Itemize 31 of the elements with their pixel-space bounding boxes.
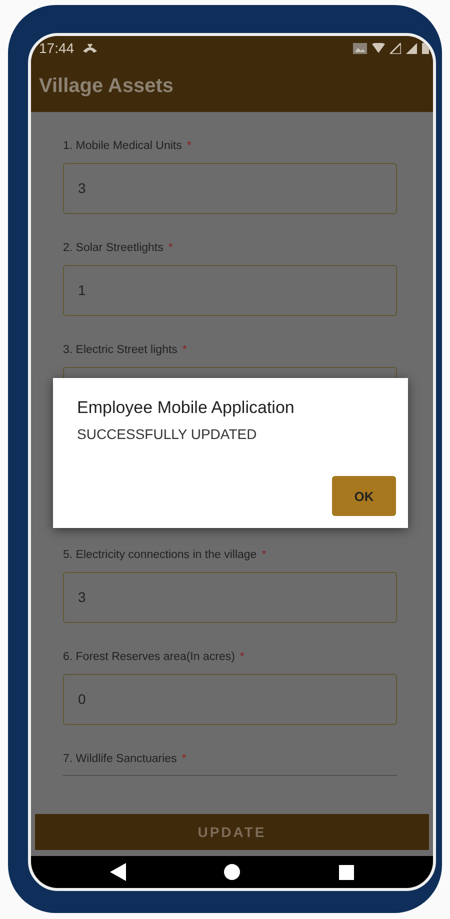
input-field[interactable]: 3 xyxy=(63,572,397,623)
app-title: Village Assets xyxy=(38,74,174,98)
recents-icon[interactable] xyxy=(338,864,354,880)
signal-icon xyxy=(390,42,401,54)
input-field[interactable]: 1 xyxy=(63,265,397,316)
required-mark: * xyxy=(240,650,244,665)
field-label: 7. Wildlife Sanctuaries xyxy=(63,752,177,767)
dialog-title: Employee Mobile Application xyxy=(77,398,296,418)
battery-icon xyxy=(422,42,429,54)
required-mark: * xyxy=(186,139,192,154)
image-icon xyxy=(353,42,367,54)
field-label: 2. Solar Streetlights xyxy=(63,241,164,256)
update-button[interactable]: UPDATE xyxy=(35,814,429,850)
wifi-icon xyxy=(372,43,385,53)
status-time: 17:44 xyxy=(39,40,74,56)
field-label: 5. Electricity connections in the village xyxy=(63,548,257,563)
input-field[interactable]: 3 xyxy=(63,163,397,214)
required-mark: * xyxy=(168,241,173,256)
required-mark: * xyxy=(262,548,266,563)
input-field[interactable]: 0 xyxy=(63,674,397,725)
signal-icon xyxy=(406,42,417,54)
field-label: 3. Electric Street lights xyxy=(63,343,178,358)
required-mark: * xyxy=(182,343,187,358)
required-mark: * xyxy=(182,752,186,767)
call-icon xyxy=(83,43,98,53)
field-label: 6. Forest Reserves area(In acres) xyxy=(63,650,235,665)
home-icon[interactable] xyxy=(224,864,240,880)
dialog-message: SUCCESSFULLY UPDATED xyxy=(77,426,258,442)
field-label: 1. Mobile Medical Units xyxy=(63,139,182,154)
back-icon[interactable] xyxy=(110,863,126,881)
ok-button[interactable]: OK xyxy=(332,476,396,516)
